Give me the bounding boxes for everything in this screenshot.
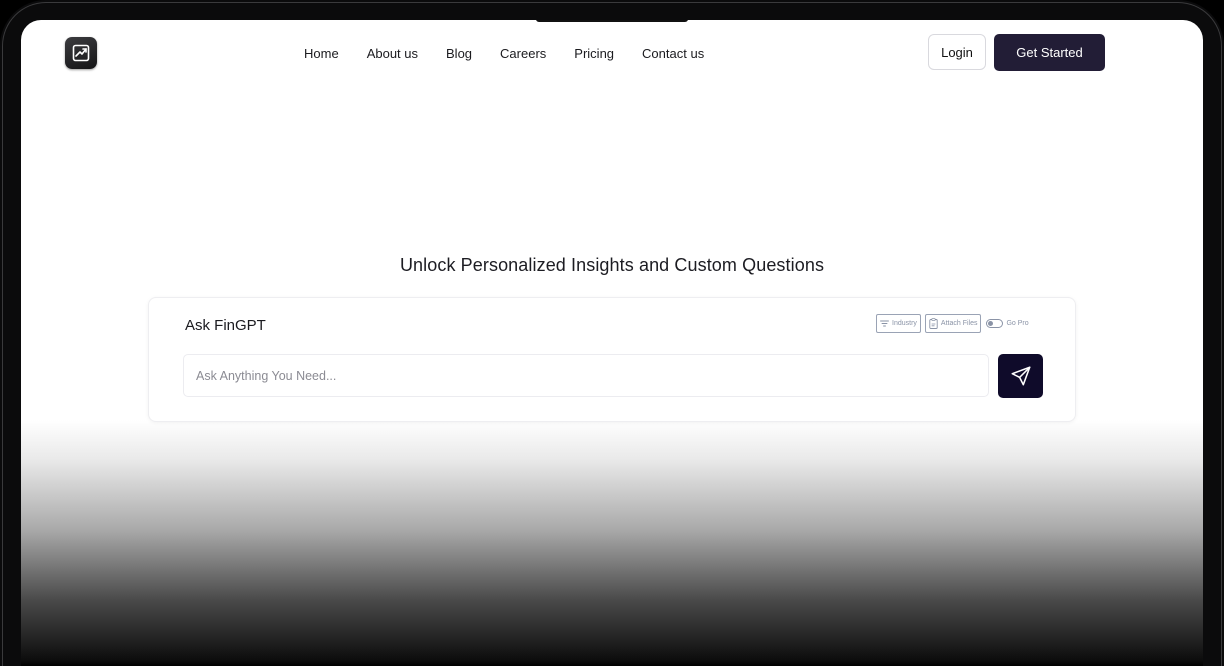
nav-blog[interactable]: Blog — [446, 45, 472, 63]
ask-options: Industry Attach Files Go Pro — [876, 314, 1029, 333]
nav-careers[interactable]: Careers — [500, 45, 546, 63]
nav-home[interactable]: Home — [304, 45, 339, 63]
hero-headline: Unlock Personalized Insights and Custom … — [399, 255, 825, 275]
attach-files-label: Attach Files — [940, 320, 978, 327]
attach-files-button[interactable]: Attach Files — [924, 314, 982, 333]
go-pro-toggle[interactable]: Go Pro — [986, 319, 1029, 328]
ask-title: Ask FinGPT — [185, 317, 266, 334]
logo[interactable] — [65, 37, 97, 69]
ask-input[interactable] — [183, 354, 989, 397]
ask-card: Ask FinGPT Industry Attach Files Go Pro — [148, 297, 1076, 422]
clipboard-icon — [929, 318, 938, 329]
login-button[interactable]: Login — [928, 34, 986, 70]
get-started-button[interactable]: Get Started — [994, 34, 1105, 71]
logo-icon — [72, 44, 90, 62]
send-icon — [1011, 366, 1030, 386]
industry-label: Industry — [892, 320, 917, 327]
camera-notch — [536, 20, 688, 22]
go-pro-label: Go Pro — [1006, 320, 1029, 327]
industry-filter-button[interactable]: Industry — [876, 314, 921, 333]
send-button[interactable] — [998, 354, 1043, 398]
nav-contact[interactable]: Contact us — [642, 45, 704, 63]
filter-icon — [880, 320, 889, 327]
nav-about[interactable]: About us — [367, 45, 418, 63]
screen: Home About us Blog Careers Pricing Conta… — [21, 20, 1203, 666]
main-nav: Home About us Blog Careers Pricing Conta… — [304, 45, 732, 63]
toggle-switch[interactable] — [986, 319, 1004, 328]
nav-pricing[interactable]: Pricing — [574, 45, 614, 63]
